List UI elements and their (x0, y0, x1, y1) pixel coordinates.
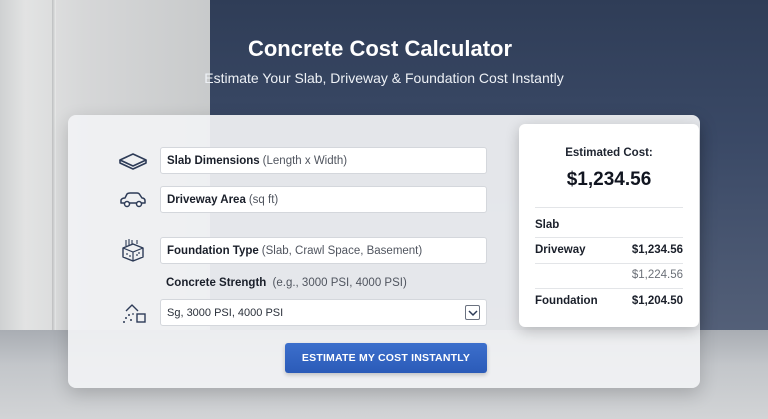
summary-row-value: $1,204.50 (631, 295, 683, 307)
concrete-strength-select[interactable]: Sg, 3000 PSI, 4000 PSI (160, 299, 487, 326)
summary-row-value: $1,224.56 (631, 269, 683, 281)
estimated-cost-total: $1,234.56 (566, 169, 652, 190)
summary-row-extra: $1,224.56 (535, 267, 683, 283)
foundation-icon (118, 238, 148, 262)
driveway-area-field[interactable]: Driveway Area (sq ft) (160, 186, 487, 213)
summary-divider (535, 207, 683, 208)
estimate-cost-button[interactable]: ESTIMATE MY COST INSTANTLY (285, 343, 487, 373)
summary-row-value: $1,234.56 (631, 244, 683, 256)
summary-row-foundation: Foundation $1,204.50 (535, 293, 683, 309)
concrete-strength-label: Concrete Strength (e.g., 3000 PSI, 4000 … (166, 277, 407, 289)
summary-row-slab: Slab (535, 217, 683, 233)
driveway-field-label: Driveway Area (167, 193, 246, 206)
summary-divider (535, 263, 683, 264)
slab-dimensions-field[interactable]: Slab Dimensions (Length x Width) (160, 147, 487, 174)
summary-divider (535, 237, 683, 238)
strength-selected-value: Sg, 3000 PSI, 4000 PSI (167, 306, 284, 319)
car-icon (118, 188, 148, 212)
page-title: Concrete Cost Calculator (247, 36, 513, 61)
estimated-cost-label: Estimated Cost: (565, 147, 653, 159)
page-subtitle: Estimate Your Slab, Driveway & Foundatio… (204, 70, 564, 86)
foundation-type-field[interactable]: Foundation Type (Slab, Crawl Space, Base… (160, 237, 487, 264)
summary-row-name: Foundation (535, 295, 598, 307)
strength-label-text: Concrete Strength (166, 277, 267, 289)
summary-row-driveway: Driveway $1,234.56 (535, 242, 683, 258)
mixer-icon (118, 301, 148, 325)
summary-divider (535, 288, 683, 289)
foundation-field-hint: (Slab, Crawl Space, Basement) (261, 244, 423, 257)
slab-field-hint: (Length x Width) (262, 154, 348, 167)
slab-icon (118, 149, 148, 173)
estimate-summary-panel: Estimated Cost: $1,234.56 Slab Driveway … (519, 124, 699, 327)
slab-field-label: Slab Dimensions (167, 154, 260, 167)
summary-row-name: Slab (535, 219, 560, 231)
strength-label-hint: (e.g., 3000 PSI, 4000 PSI) (272, 277, 407, 289)
chevron-down-icon[interactable] (465, 305, 480, 320)
driveway-field-hint: (sq ft) (248, 193, 279, 206)
summary-row-name: Driveway (535, 244, 586, 256)
foundation-field-label: Foundation Type (167, 244, 259, 257)
